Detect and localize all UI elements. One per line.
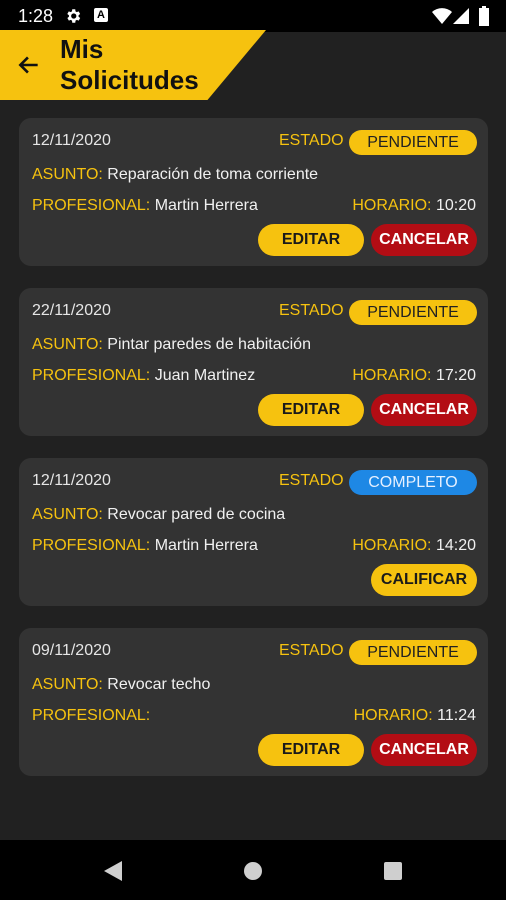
accessibility-icon: A bbox=[94, 8, 108, 22]
asunto-value: Reparación de toma corriente bbox=[107, 166, 319, 183]
request-date: 12/11/2020 bbox=[32, 132, 111, 149]
profesional-label: PROFESIONAL: bbox=[32, 197, 151, 214]
estado-label: ESTADO bbox=[279, 472, 344, 489]
gear-icon bbox=[67, 9, 81, 23]
horario-row: HORARIO: 11:24 bbox=[354, 707, 476, 725]
profesional-label: PROFESIONAL: bbox=[32, 367, 151, 384]
wifi-icon bbox=[432, 8, 452, 24]
cancel-button[interactable]: CANCELAR bbox=[371, 224, 477, 256]
horario-value: 11:24 bbox=[437, 707, 476, 724]
profesional-label: PROFESIONAL: bbox=[32, 707, 151, 724]
asunto-value: Revocar pared de cocina bbox=[107, 506, 286, 523]
estado-label: ESTADO bbox=[279, 302, 344, 319]
asunto-label: ASUNTO: bbox=[32, 166, 103, 183]
nav-back-icon[interactable] bbox=[103, 860, 123, 882]
battery-icon bbox=[479, 6, 489, 26]
request-card: 12/11/2020 ESTADO COMPLETO ASUNTO: Revoc… bbox=[19, 458, 488, 606]
profesional-label: PROFESIONAL: bbox=[32, 537, 151, 554]
asunto-value: Pintar paredes de habitación bbox=[107, 336, 311, 353]
request-date: 09/11/2020 bbox=[32, 642, 111, 659]
horario-label: HORARIO: bbox=[352, 367, 432, 384]
asunto-row: ASUNTO: Pintar paredes de habitación bbox=[32, 336, 311, 354]
profesional-value: Martin Herrera bbox=[154, 537, 258, 554]
status-badge: COMPLETO bbox=[349, 470, 477, 495]
request-date: 22/11/2020 bbox=[32, 302, 111, 319]
status-badge: PENDIENTE bbox=[349, 640, 477, 665]
asunto-label: ASUNTO: bbox=[32, 676, 103, 693]
status-badge: PENDIENTE bbox=[349, 300, 477, 325]
status-badge: PENDIENTE bbox=[349, 130, 477, 155]
horario-row: HORARIO: 17:20 bbox=[352, 367, 476, 385]
edit-button[interactable]: EDITAR bbox=[258, 394, 364, 426]
signal-icon bbox=[453, 8, 469, 24]
back-arrow-icon[interactable] bbox=[16, 52, 42, 78]
profesional-row: PROFESIONAL: Juan Martinez bbox=[32, 367, 255, 385]
status-time: 1:28 bbox=[18, 6, 54, 26]
profesional-row: PROFESIONAL: Martin Herrera bbox=[32, 197, 258, 215]
rate-button[interactable]: CALIFICAR bbox=[371, 564, 477, 596]
profesional-value: Juan Martinez bbox=[154, 367, 256, 384]
asunto-row: ASUNTO: Reparación de toma corriente bbox=[32, 166, 318, 184]
horario-row: HORARIO: 10:20 bbox=[352, 197, 476, 215]
nav-home-icon[interactable] bbox=[244, 862, 262, 880]
asunto-label: ASUNTO: bbox=[32, 336, 103, 353]
asunto-label: ASUNTO: bbox=[32, 506, 103, 523]
request-date: 12/11/2020 bbox=[32, 472, 111, 489]
estado-label: ESTADO bbox=[279, 642, 344, 659]
request-card: 12/11/2020 ESTADO PENDIENTE ASUNTO: Repa… bbox=[19, 118, 488, 266]
asunto-row: ASUNTO: Revocar pared de cocina bbox=[32, 506, 285, 524]
edit-button[interactable]: EDITAR bbox=[258, 734, 364, 766]
horario-value: 10:20 bbox=[435, 197, 476, 214]
asunto-row: ASUNTO: Revocar techo bbox=[32, 676, 210, 694]
edit-button[interactable]: EDITAR bbox=[258, 224, 364, 256]
request-card: 22/11/2020 ESTADO PENDIENTE ASUNTO: Pint… bbox=[19, 288, 488, 436]
horario-row: HORARIO: 14:20 bbox=[352, 537, 476, 555]
request-card: 09/11/2020 ESTADO PENDIENTE ASUNTO: Revo… bbox=[19, 628, 488, 776]
cancel-button[interactable]: CANCELAR bbox=[371, 734, 477, 766]
profesional-row: PROFESIONAL: Martin Herrera bbox=[32, 537, 258, 555]
profesional-row: PROFESIONAL: bbox=[32, 707, 150, 725]
nav-recents-icon[interactable] bbox=[384, 862, 402, 880]
profesional-value: Martin Herrera bbox=[154, 197, 258, 214]
horario-label: HORARIO: bbox=[352, 537, 432, 554]
horario-label: HORARIO: bbox=[352, 197, 432, 214]
estado-label: ESTADO bbox=[279, 132, 344, 149]
asunto-value: Revocar techo bbox=[107, 676, 211, 693]
cancel-button[interactable]: CANCELAR bbox=[371, 394, 477, 426]
status-bar: 1:28 A bbox=[0, 0, 506, 32]
horario-value: 17:20 bbox=[435, 367, 476, 384]
horario-value: 14:20 bbox=[435, 537, 476, 554]
horario-label: HORARIO: bbox=[353, 707, 433, 724]
page-title: Mis Solicitudes bbox=[60, 34, 199, 95]
